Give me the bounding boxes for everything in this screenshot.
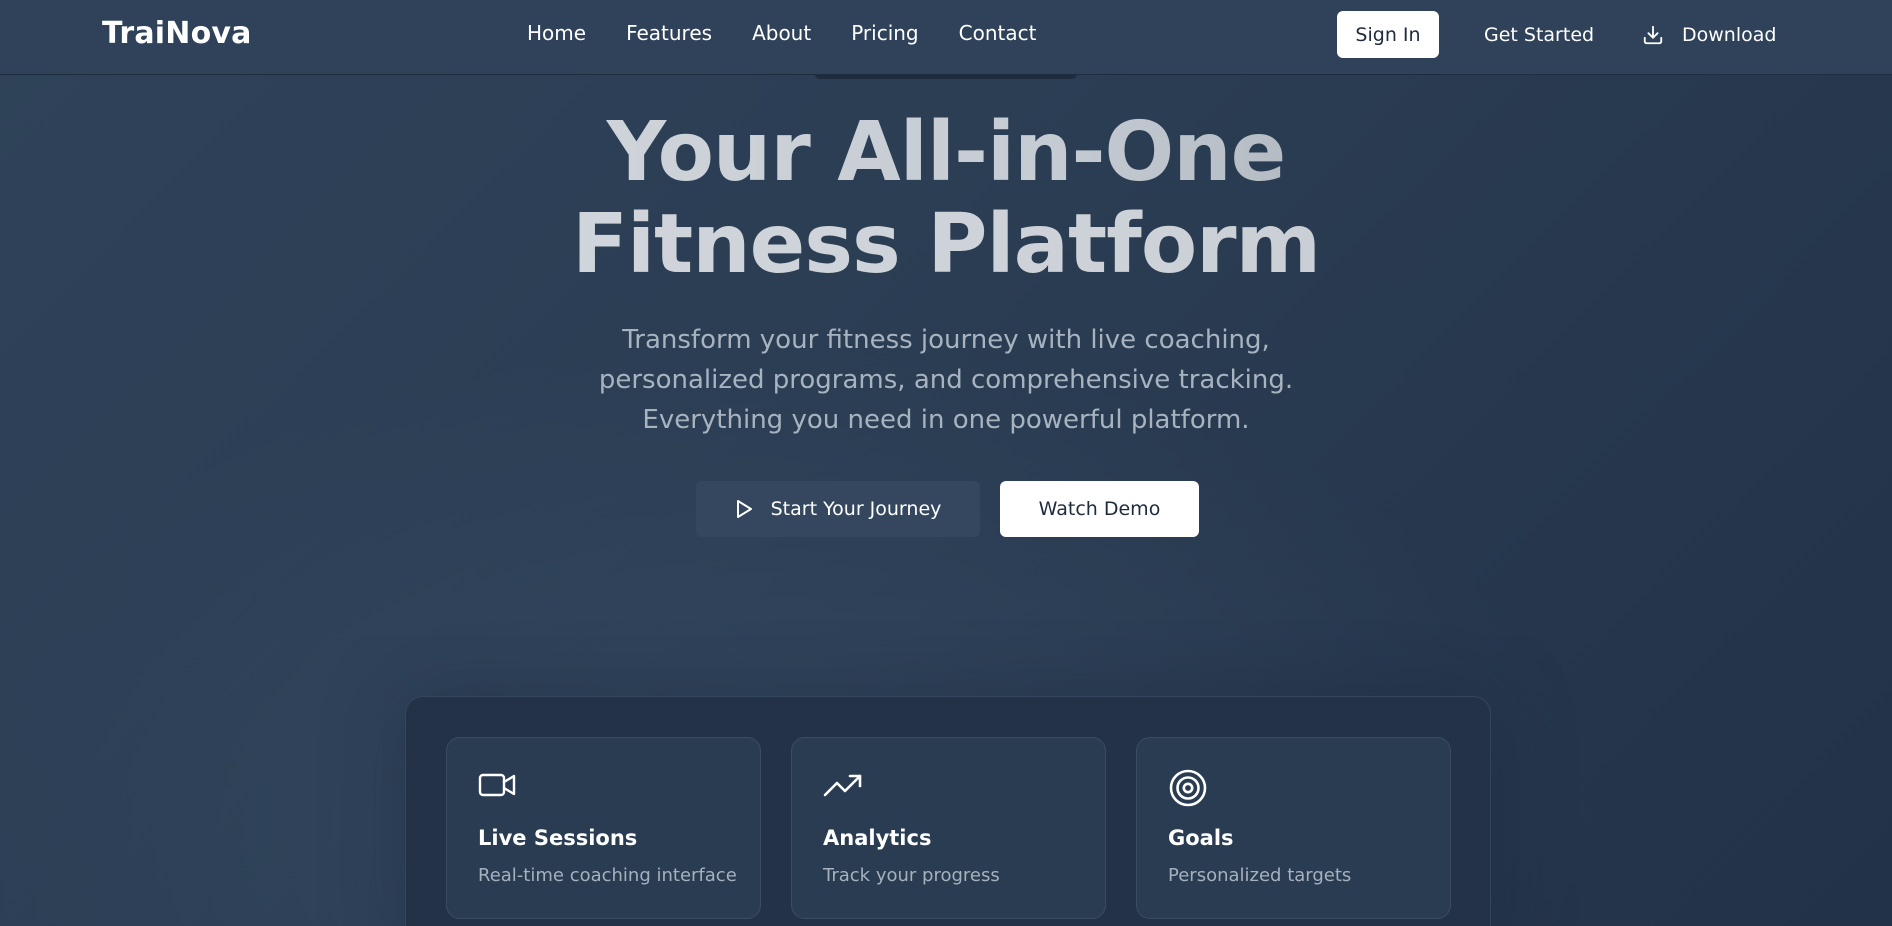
nav-link-features[interactable]: Features	[626, 21, 712, 45]
hero-cta-row: Start Your Journey Watch Demo	[696, 481, 1199, 537]
feature-card-title: Live Sessions	[478, 826, 638, 850]
feature-card-description: Real-time coaching interface	[478, 865, 737, 886]
download-icon	[1642, 24, 1664, 46]
main-nav: Home Features About Pricing Contact	[527, 21, 1036, 45]
hero-title-line1: Your All-in-One	[0, 107, 1892, 199]
watch-demo-button[interactable]: Watch Demo	[1000, 481, 1199, 537]
feature-card-description: Track your progress	[823, 865, 1000, 886]
feature-card-description: Personalized targets	[1168, 865, 1352, 886]
nav-link-home[interactable]: Home	[527, 21, 586, 45]
feature-card-title: Goals	[1168, 826, 1234, 850]
start-journey-label: Start Your Journey	[770, 498, 942, 520]
feature-preview-panel: Live Sessions Real-time coaching interfa…	[405, 696, 1491, 926]
brand-logo[interactable]: TraiNova	[102, 16, 252, 51]
nav-link-contact[interactable]: Contact	[959, 21, 1037, 45]
feature-card-goals[interactable]: Goals Personalized targets	[1136, 737, 1451, 919]
nav-link-pricing[interactable]: Pricing	[851, 21, 918, 45]
video-camera-icon	[478, 771, 516, 799]
nav-tab-indicator	[815, 74, 1077, 79]
feature-card-analytics[interactable]: Analytics Track your progress	[791, 737, 1106, 919]
top-navbar: TraiNova Home Features About Pricing Con…	[0, 0, 1892, 75]
start-journey-button[interactable]: Start Your Journey	[696, 481, 980, 537]
hero-title: Your All-in-One Fitness Platform	[0, 107, 1892, 291]
download-label: Download	[1682, 23, 1777, 46]
hero-subtitle: Transform your fitness journey with live…	[598, 325, 1294, 435]
play-icon	[735, 499, 753, 519]
target-icon	[1168, 768, 1208, 808]
trending-up-icon	[823, 771, 863, 799]
get-started-button[interactable]: Get Started	[1470, 11, 1608, 58]
feature-card-title: Analytics	[823, 826, 932, 850]
feature-card-live-sessions[interactable]: Live Sessions Real-time coaching interfa…	[446, 737, 761, 919]
nav-link-about[interactable]: About	[752, 21, 811, 45]
download-button[interactable]: Download	[1630, 11, 1788, 58]
hero-title-line2: Fitness Platform	[0, 199, 1892, 291]
sign-in-button[interactable]: Sign In	[1337, 11, 1439, 58]
